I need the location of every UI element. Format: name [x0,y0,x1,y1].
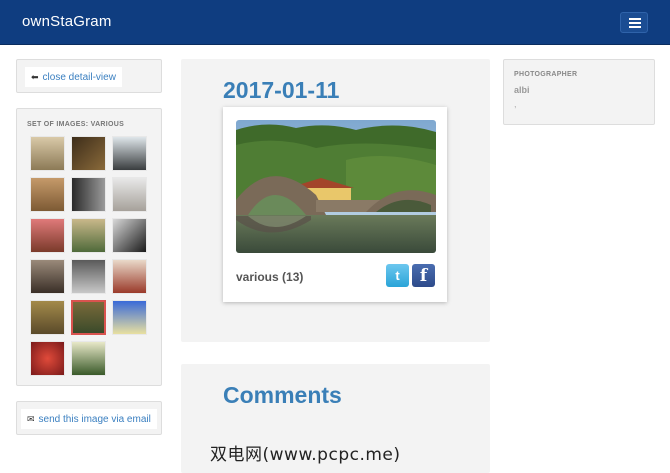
main-photo[interactable] [236,120,436,253]
detail-panel: 2017-01-11 various (13) t f [181,59,490,342]
photographer-label: PHOTOGRAPHER [514,71,578,78]
thumbnail-image[interactable] [30,259,65,294]
close-detail-link[interactable]: ⬅ close detail-view [25,67,122,87]
image-set-panel: SET OF IMAGES: VARIOUS [16,108,162,386]
thumbnail-image[interactable] [71,177,106,212]
thumbnail-image[interactable] [30,300,65,335]
photographer-name[interactable]: albi [514,85,530,95]
brand-logo[interactable]: ownStaGram [22,13,112,30]
image-date-title: 2017-01-11 [223,77,340,103]
comments-title: Comments [223,382,342,408]
email-panel: ✉ send this image via email [16,401,162,435]
thumbnail-image[interactable] [112,300,147,335]
thumbnail-image[interactable] [71,300,106,335]
image-card: various (13) t f [223,107,447,302]
thumbnail-image[interactable] [71,218,106,253]
email-image-link[interactable]: ✉ send this image via email [21,409,157,429]
close-panel: ⬅ close detail-view [16,59,162,93]
thumbnail-grid [30,136,154,376]
thumbnail-image[interactable] [71,341,106,376]
thumbnail-image[interactable] [112,259,147,294]
photographer-panel: PHOTOGRAPHER albi , [503,59,655,125]
close-detail-label: close detail-view [42,71,116,83]
thumbnail-image[interactable] [112,136,147,171]
thumbnail-image[interactable] [30,218,65,253]
site-watermark: 双电网(www.pcpc.me) [210,445,401,465]
thumbnail-image[interactable] [71,136,106,171]
thumbnail-image[interactable] [112,218,147,253]
hamburger-menu-icon[interactable] [620,12,648,33]
twitter-share-icon[interactable]: t [386,264,409,287]
envelope-icon: ✉ [27,413,35,424]
thumbnail-image[interactable] [30,341,65,376]
image-set-title: SET OF IMAGES: VARIOUS [27,121,125,128]
thumbnail-image[interactable] [71,259,106,294]
photographer-extra: , [514,99,517,109]
thumbnail-image[interactable] [112,177,147,212]
email-image-label: send this image via email [38,413,151,425]
navbar: ownStaGram [0,0,670,45]
facebook-share-icon[interactable]: f [412,264,435,287]
arrow-left-icon: ⬅ [31,71,39,82]
thumbnail-image[interactable] [30,136,65,171]
thumbnail-image[interactable] [30,177,65,212]
image-caption: various (13) [236,270,304,284]
